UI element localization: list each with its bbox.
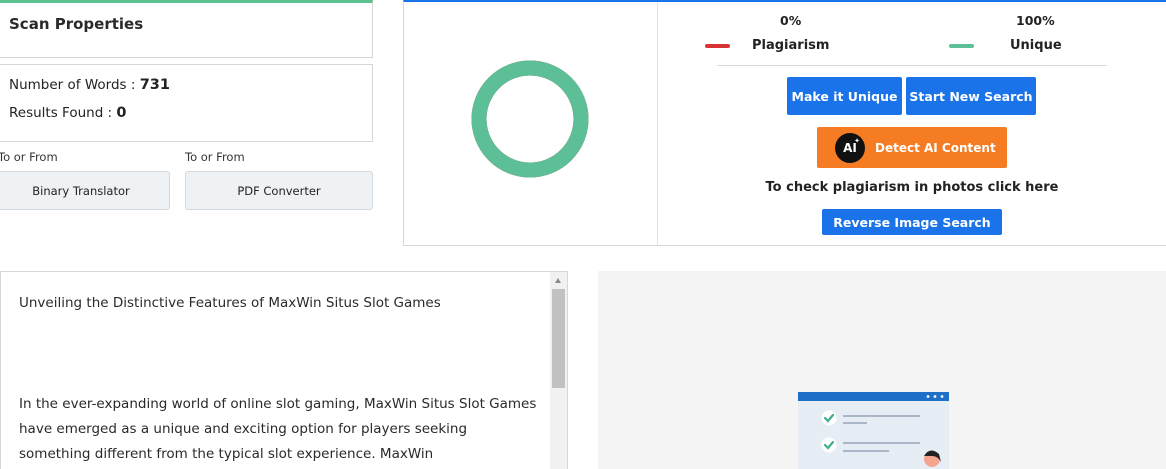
uniqueness-donut-chart — [471, 60, 589, 178]
result-divider — [657, 2, 658, 245]
doc-header-dot — [940, 395, 944, 398]
plagiarism-legend-label: Plagiarism — [752, 38, 830, 53]
editor-heading: Unveiling the Distinctive Features of Ma… — [19, 295, 441, 311]
legend-divider — [717, 65, 1107, 66]
plagiarism-percent: 0% — [780, 13, 802, 28]
editor-paragraph: In the ever-expanding world of online sl… — [19, 396, 537, 462]
results-found-label: Results Found : — [9, 105, 117, 121]
doc-header-bar — [798, 392, 949, 401]
scan-properties-card: Scan Properties — [0, 0, 373, 58]
results-found-value: 0 — [116, 105, 127, 121]
binary-translator-caption: To or From — [0, 150, 58, 164]
doc-header-dot — [933, 395, 937, 398]
unique-legend-label: Unique — [1010, 38, 1062, 53]
checklist-line — [843, 422, 867, 424]
scrollbar-thumb[interactable] — [552, 289, 565, 388]
ai-icon: AI ✦ — [835, 132, 865, 163]
unique-percent: 100% — [1016, 13, 1055, 28]
unique-legend-swatch — [949, 44, 974, 48]
pdf-converter-button[interactable]: PDF Converter — [185, 171, 373, 210]
pdf-converter-caption: To or From — [185, 150, 245, 164]
results-found: Results Found : 0 — [9, 105, 127, 121]
check-circle — [821, 410, 837, 426]
document-checklist-illustration — [798, 392, 949, 469]
checklist-line — [843, 442, 920, 444]
checklist-line — [843, 415, 920, 417]
detect-ai-content-label: Detect AI Content — [875, 140, 996, 155]
word-count: Number of Words : 731 — [9, 77, 170, 93]
detect-ai-content-button[interactable]: AI ✦ Detect AI Content — [817, 127, 1007, 168]
binary-translator-button[interactable]: Binary Translator — [0, 171, 170, 210]
donut-unique-arc — [471, 60, 589, 178]
reverse-image-search-button[interactable]: Reverse Image Search — [822, 209, 1002, 235]
checklist-line — [843, 450, 889, 452]
text-editor[interactable]: Unveiling the Distinctive Features of Ma… — [0, 271, 568, 469]
scan-properties-title: Scan Properties — [9, 15, 144, 33]
check-circle — [821, 437, 837, 453]
word-count-label: Number of Words : — [9, 77, 140, 93]
doc-header-dot — [926, 395, 930, 398]
plagiarism-legend-swatch — [705, 44, 730, 48]
scroll-up-arrow-icon[interactable] — [555, 278, 561, 283]
make-it-unique-button[interactable]: Make it Unique — [787, 77, 902, 115]
photo-plagiarism-text: To check plagiarism in photos click here — [765, 180, 1059, 195]
scan-stats-card: Number of Words : 731 Results Found : 0 — [0, 64, 373, 142]
start-new-search-button[interactable]: Start New Search — [906, 77, 1036, 115]
word-count-value: 731 — [139, 77, 170, 93]
editor-scrollbar[interactable] — [550, 272, 567, 469]
